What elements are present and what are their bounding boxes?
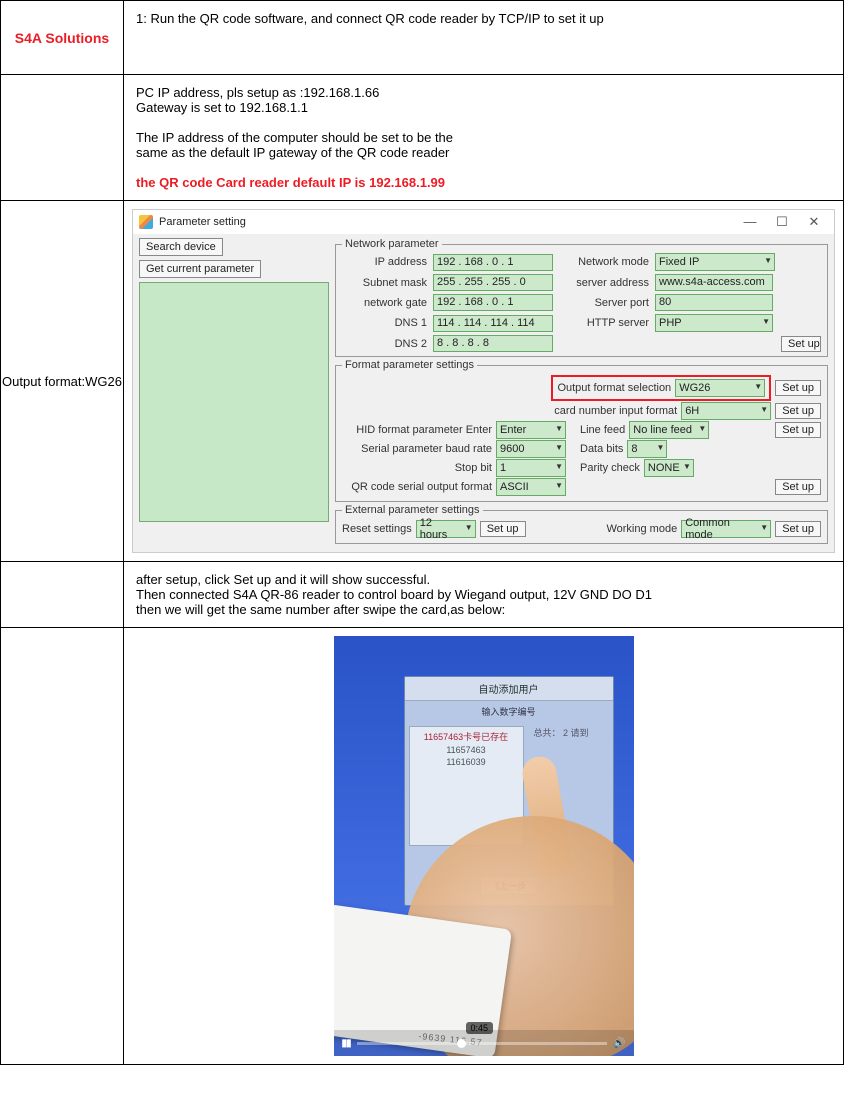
reset-setup-button[interactable]: Set up xyxy=(480,521,526,537)
network-gate-label: network gate xyxy=(342,297,427,309)
server-address-label: server address xyxy=(559,277,649,289)
window-title: Parameter setting xyxy=(159,216,246,228)
video-progress-bar[interactable] xyxy=(357,1042,608,1045)
working-mode-label: Working mode xyxy=(606,523,677,535)
format-parameter-group: Format parameter settings Output format … xyxy=(335,359,828,502)
subnet-mask-label: Subnet mask xyxy=(342,277,427,289)
ip-setup-instructions: PC IP address, pls setup as :192.168.1.6… xyxy=(124,75,843,200)
serial-setup-button[interactable]: Set up xyxy=(775,479,821,495)
brand-title: S4A Solutions xyxy=(15,30,109,46)
external-parameter-group: External parameter settings Reset settin… xyxy=(335,504,828,544)
window-minimize-button[interactable]: — xyxy=(736,214,764,230)
app-window-title: 自动添加用户 xyxy=(405,677,613,701)
note-line-1: The IP address of the computer should be… xyxy=(136,130,831,145)
note-line-2: same as the default IP gateway of the QR… xyxy=(136,145,831,160)
ip-address-label: IP address xyxy=(342,256,427,268)
parameter-setting-window: Parameter setting — ☐ ✕ Search device Ge… xyxy=(132,209,835,553)
after-setup-line-1: after setup, click Set up and it will sh… xyxy=(136,572,831,587)
card-number-format-select[interactable]: 6H xyxy=(681,402,771,420)
app-icon xyxy=(139,215,153,229)
output-format-select[interactable]: WG26 xyxy=(675,379,765,397)
pc-ip-line: PC IP address, pls setup as :192.168.1.6… xyxy=(136,85,831,100)
app-input-label: 输入数字编号 xyxy=(405,701,613,722)
after-setup-text: after setup, click Set up and it will sh… xyxy=(124,562,843,627)
after-setup-line-2: Then connected S4A QR-86 reader to contr… xyxy=(136,587,831,602)
card-number-1: 11657463 xyxy=(414,744,519,757)
server-address-input[interactable]: www.s4a-access.com xyxy=(655,274,773,291)
dns1-input[interactable]: 114 . 114 . 114 . 114 xyxy=(433,315,553,332)
server-port-input[interactable]: 80 xyxy=(655,294,773,311)
data-bits-select[interactable]: 8 xyxy=(627,440,667,458)
default-ip-line: the QR code Card reader default IP is 19… xyxy=(136,175,831,190)
output-format-setup-button[interactable]: Set up xyxy=(775,380,821,396)
dns2-label: DNS 2 xyxy=(342,338,427,350)
ip-address-input[interactable]: 192 . 168 . 0 . 1 xyxy=(433,254,553,271)
network-mode-select[interactable]: Fixed IP xyxy=(655,253,775,271)
document-table: S4A Solutions 1: Run the QR code softwar… xyxy=(0,0,844,1065)
network-gate-input[interactable]: 192 . 168 . 0 . 1 xyxy=(433,294,553,311)
subnet-mask-input[interactable]: 255 . 255 . 255 . 0 xyxy=(433,274,553,291)
dns1-label: DNS 1 xyxy=(342,317,427,329)
hid-format-label: HID format parameter Enter xyxy=(342,424,492,436)
device-list-panel[interactable] xyxy=(139,282,329,522)
gateway-line: Gateway is set to 192.168.1.1 xyxy=(136,100,831,115)
line-feed-select[interactable]: No line feed xyxy=(629,421,709,439)
card-number-2: 11616039 xyxy=(414,756,519,769)
step-1-text: 1: Run the QR code software, and connect… xyxy=(124,1,843,36)
card-exists-warning: 11657463卡号已存在 xyxy=(414,731,519,744)
workmode-setup-button[interactable]: Set up xyxy=(775,521,821,537)
video-controls-bar: ▮▮ xyxy=(334,1030,634,1056)
baud-rate-select[interactable]: 9600 xyxy=(496,440,566,458)
pause-icon[interactable]: ▮▮ xyxy=(342,1038,351,1049)
window-close-button[interactable]: ✕ xyxy=(800,214,828,230)
output-format-selection-label: Output format selection xyxy=(557,382,671,394)
demo-video-screenshot: 自动添加用户 输入数字编号 11657463卡号已存在 11657463 116… xyxy=(334,636,634,1056)
hid-setup-button[interactable]: Set up xyxy=(775,422,821,438)
parity-check-select[interactable]: NONE xyxy=(644,459,694,477)
network-setup-button[interactable]: Set up xyxy=(781,336,821,352)
window-maximize-button[interactable]: ☐ xyxy=(768,214,796,230)
baud-rate-label: Serial parameter baud rate xyxy=(342,443,492,455)
hid-enter-select[interactable]: Enter xyxy=(496,421,566,439)
server-port-label: Server port xyxy=(559,297,649,309)
http-server-select[interactable]: PHP xyxy=(655,314,773,332)
volume-icon[interactable] xyxy=(613,1038,625,1049)
network-parameter-legend: Network parameter xyxy=(342,238,442,250)
http-server-label: HTTP server xyxy=(559,317,649,329)
get-current-parameter-button[interactable]: Get current parameter xyxy=(139,260,261,278)
line-feed-label: Line feed xyxy=(580,424,625,436)
network-parameter-group: Network parameter IP address 192 . 168 .… xyxy=(335,238,828,357)
window-titlebar: Parameter setting — ☐ ✕ xyxy=(133,210,834,234)
format-parameter-legend: Format parameter settings xyxy=(342,359,477,371)
output-format-highlight: Output format selection WG26 xyxy=(551,375,771,401)
working-mode-select[interactable]: Common mode xyxy=(681,520,771,538)
parity-check-label: Parity check xyxy=(580,462,640,474)
data-bits-label: Data bits xyxy=(580,443,623,455)
qr-serial-format-select[interactable]: ASCII xyxy=(496,478,566,496)
stop-bit-select[interactable]: 1 xyxy=(496,459,566,477)
stop-bit-label: Stop bit xyxy=(342,462,492,474)
qr-serial-format-label: QR code serial output format xyxy=(342,481,492,493)
card-format-setup-button[interactable]: Set up xyxy=(775,403,821,419)
external-parameter-legend: External parameter settings xyxy=(342,504,483,516)
output-format-label: Output format:WG26 xyxy=(2,374,122,389)
after-setup-line-3: then we will get the same number after s… xyxy=(136,602,831,617)
reset-settings-label: Reset settings xyxy=(342,523,412,535)
reset-settings-select[interactable]: 12 hours xyxy=(416,520,476,538)
card-number-format-label: card number input format xyxy=(554,405,677,417)
search-device-button[interactable]: Search device xyxy=(139,238,223,256)
network-mode-label: Network mode xyxy=(559,256,649,268)
dns2-input[interactable]: 8 . 8 . 8 . 8 xyxy=(433,335,553,352)
